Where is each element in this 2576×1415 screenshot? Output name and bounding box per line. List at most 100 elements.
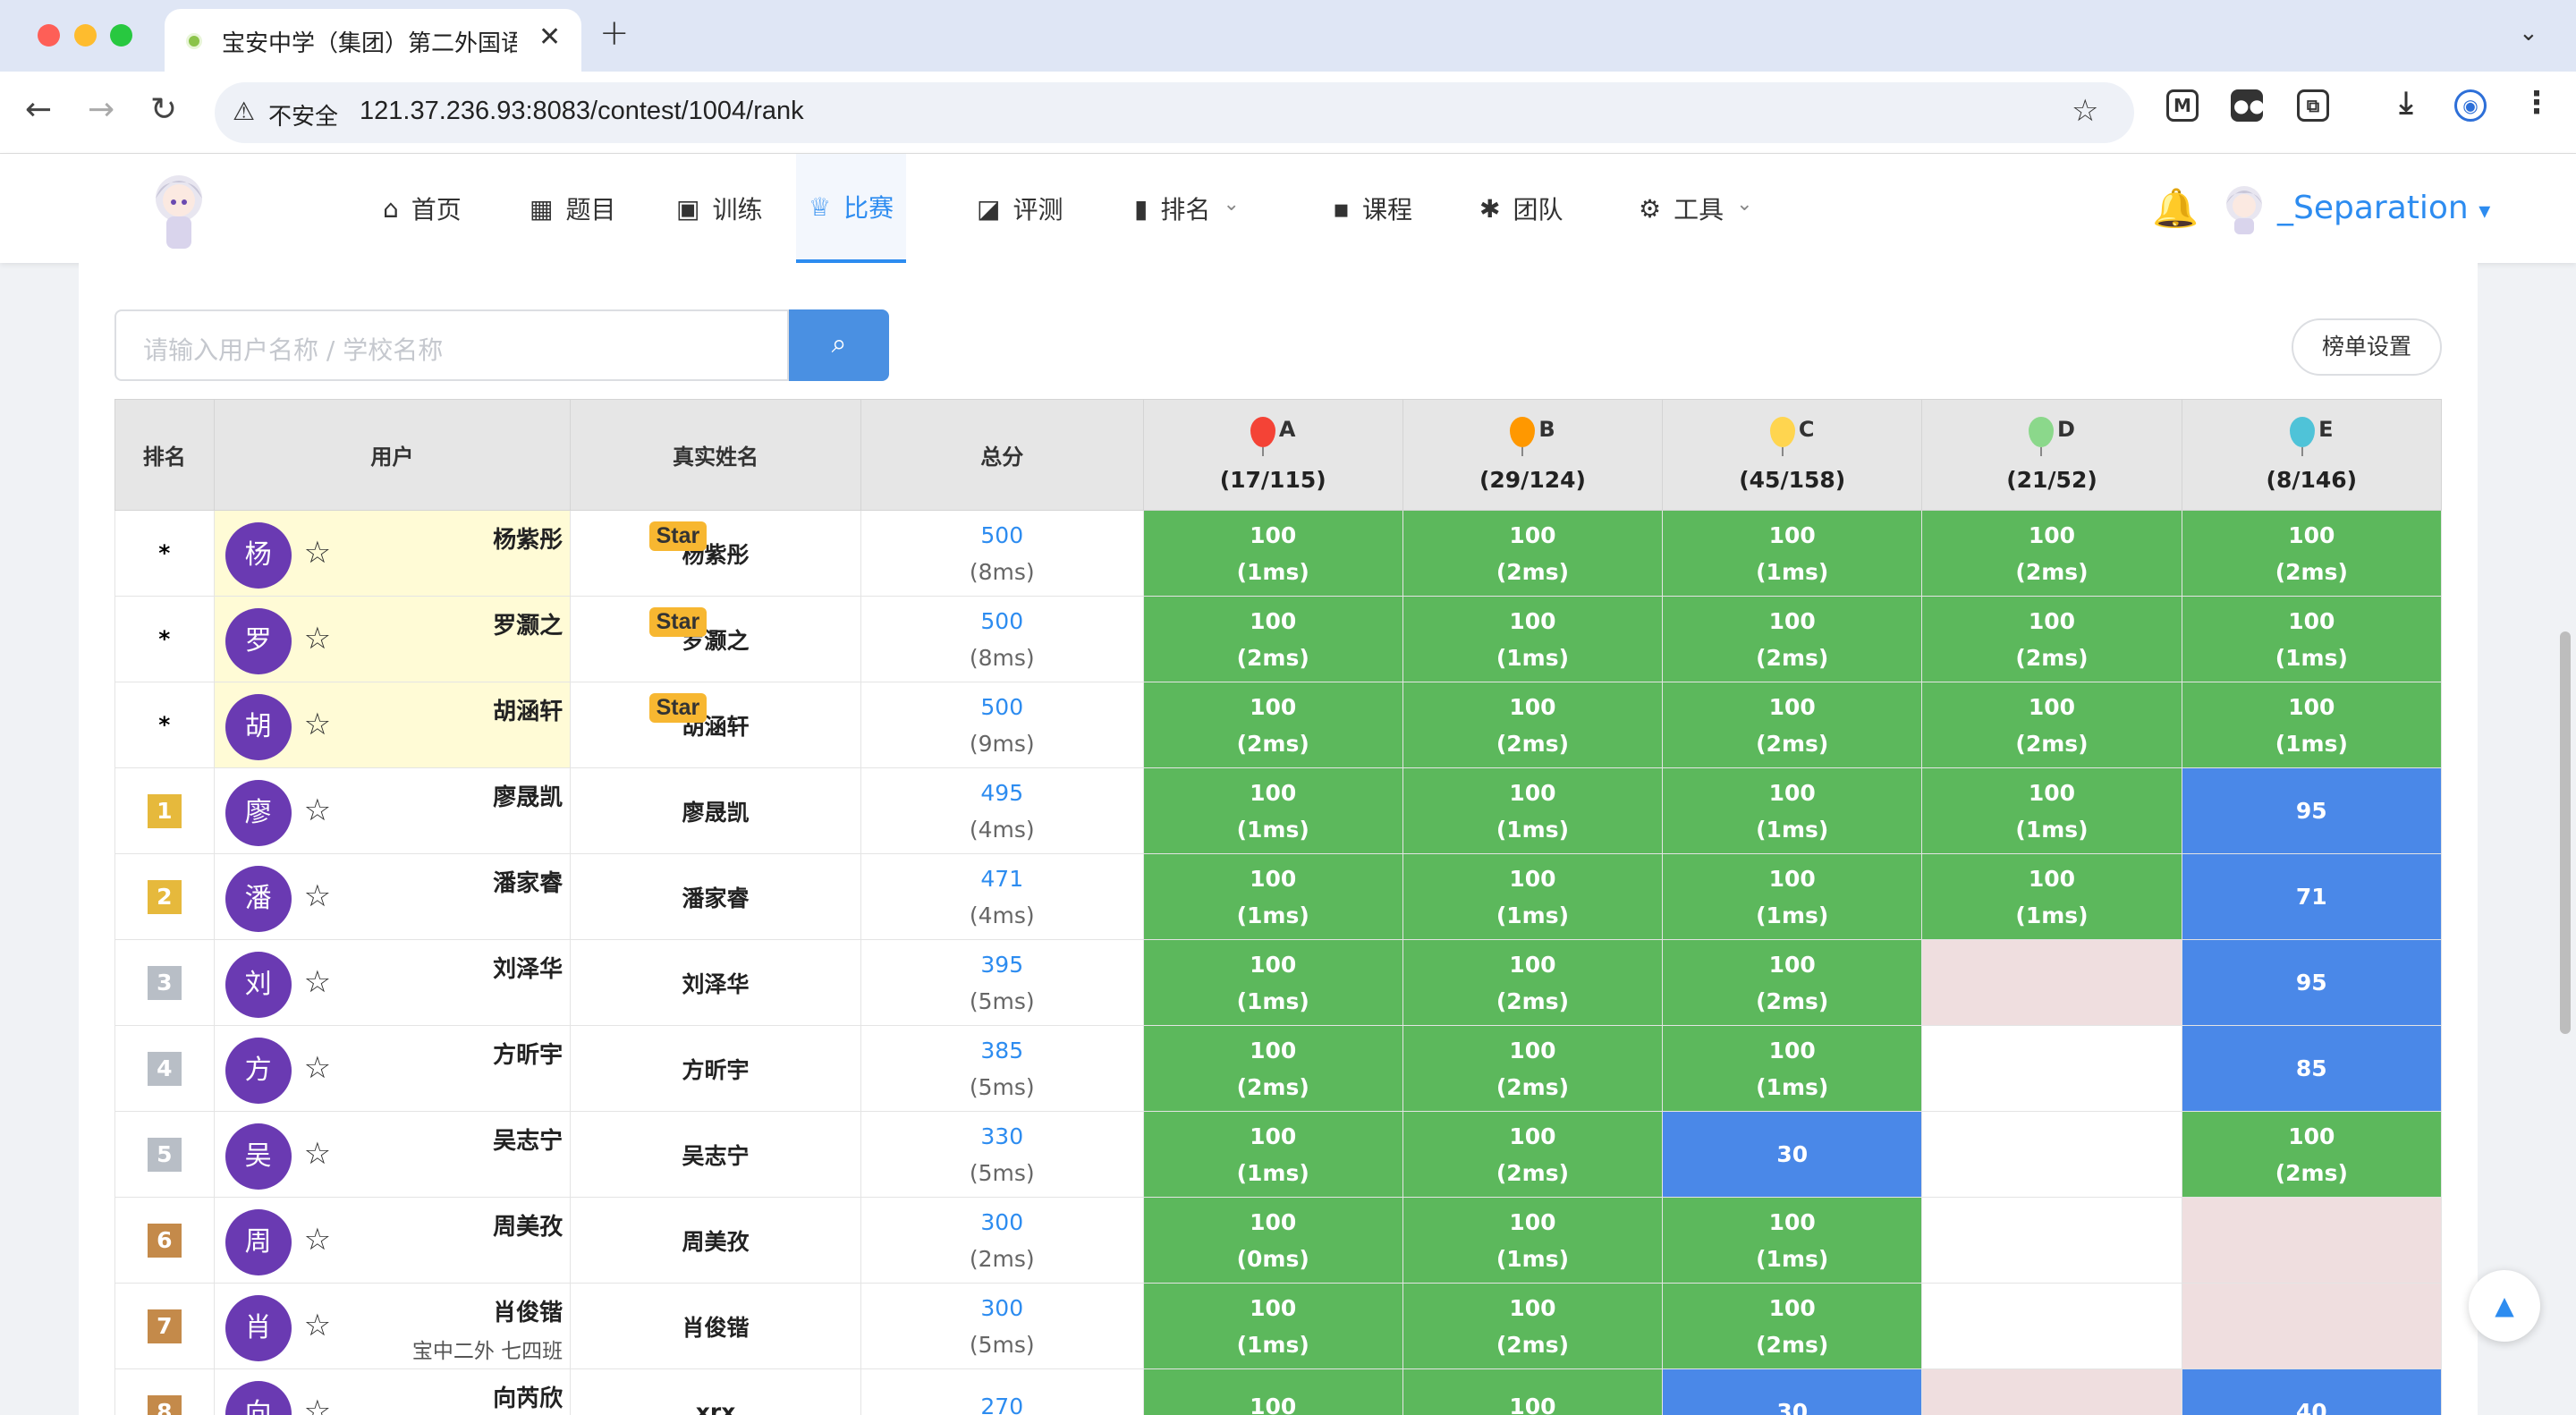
problem-cell-accepted[interactable]: 100 (2ms) [1142,1025,1403,1112]
problem-cell-accepted[interactable]: 100 (1ms) [1142,767,1403,854]
user-name-link[interactable]: 吴志宁 [493,1123,563,1156]
page-scrollbar[interactable] [2560,631,2571,1034]
avatar[interactable]: 潘 [225,866,292,932]
problem-cell-partial[interactable]: 95 [2181,939,2443,1026]
tab-close-icon[interactable]: ✕ [538,21,561,53]
user-name-link[interactable]: 刘泽华 [493,951,563,984]
nav-item-0[interactable]: ⌂ 首页 [370,154,474,263]
header-problem-c[interactable]: C (45/158) [1662,399,1923,511]
search-button[interactable]: ⌕ [789,309,889,381]
nav-item-1[interactable]: ▦ 题目 [517,154,628,263]
search-input[interactable]: 请输入用户名称 / 学校名称 [114,309,789,381]
problem-cell-accepted[interactable]: 100 (2ms) [2181,1111,2443,1198]
browser-tab[interactable]: 宝安中学（集团）第二外国语学 ✕ [165,9,581,72]
problem-cell-accepted[interactable]: 100 (2ms) [1921,596,2182,682]
follow-star-icon[interactable]: ☆ [304,1310,331,1341]
close-window-button[interactable] [38,24,60,47]
problem-cell-accepted[interactable]: 100 (2ms) [1921,682,2182,768]
problem-cell-partial[interactable]: 71 [2181,853,2443,940]
follow-star-icon[interactable]: ☆ [304,795,331,826]
problem-cell-accepted[interactable]: 100 (1ms) [1142,853,1403,940]
problem-cell-accepted[interactable]: 100 (1ms) [1402,853,1664,940]
problem-cell-partial[interactable]: 85 [2181,1025,2443,1112]
problem-cell-wrong[interactable] [2181,1283,2443,1369]
header-total[interactable]: 总分 [860,399,1144,511]
problem-cell-accepted[interactable]: 100 (2ms) [2181,510,2443,597]
problem-cell-accepted[interactable]: 100 (2ms) [1662,682,1923,768]
tab-menu-chevron-icon[interactable]: ⌄ [2519,20,2538,47]
maximize-window-button[interactable] [110,24,132,47]
profile-icon[interactable]: ◉ [2454,89,2487,122]
problem-cell-accepted[interactable]: 100 (1ms) [2181,682,2443,768]
nav-item-7[interactable]: ✱ 团队 [1467,154,1575,263]
problem-cell-accepted[interactable]: 100 (1ms) [1921,767,2182,854]
rank-settings-button[interactable]: 榜单设置 [2292,318,2442,376]
follow-star-icon[interactable]: ☆ [304,881,331,911]
problem-cell-wrong[interactable] [1921,1368,2182,1415]
user-name-link[interactable]: 廖晟凯 [493,779,563,812]
warning-icon[interactable]: ⚠ [233,97,255,126]
problem-cell-partial[interactable]: 30 [1662,1111,1923,1198]
user-name-link[interactable]: 周美孜 [493,1208,563,1241]
header-user[interactable]: 用户 [213,399,572,511]
problem-cell-accepted[interactable]: 100 (2ms) [1662,596,1923,682]
problem-cell-accepted[interactable]: 100 (2ms) [1402,1111,1664,1198]
header-rank[interactable]: 排名 [114,399,215,511]
follow-star-icon[interactable]: ☆ [304,1053,331,1083]
security-label[interactable]: 不安全 [268,98,338,131]
follow-star-icon[interactable]: ☆ [304,709,331,740]
site-logo[interactable] [143,163,215,256]
user-name-link[interactable]: 胡涵轩 [493,693,563,726]
problem-cell-wrong[interactable] [2181,1197,2443,1284]
avatar[interactable]: 吴 [225,1123,292,1190]
follow-star-icon[interactable]: ☆ [304,1139,331,1169]
nav-item-3[interactable]: ♕ 比赛 [796,154,907,263]
problem-cell-accepted[interactable]: 100 (0ms) [1142,1197,1403,1284]
back-arrow-icon[interactable]: ← [25,91,52,128]
avatar[interactable]: 周 [225,1209,292,1275]
problem-cell-accepted[interactable]: 100 (2ms) [1402,682,1664,768]
url-text[interactable]: 121.37.236.93:8083/contest/1004/rank [360,97,804,126]
more-menu-icon[interactable]: ⋮ [2521,88,2553,122]
glasses-extension-icon[interactable]: ●● [2231,89,2265,122]
problem-cell-wrong[interactable] [1921,939,2182,1026]
total-score-link[interactable]: 385 [861,1038,1143,1063]
header-problem-e[interactable]: E (8/146) [2181,399,2443,511]
problem-cell-accepted[interactable]: 100 (2ms) [1921,510,2182,597]
username-dropdown[interactable]: _Separation ▾ [2277,190,2490,226]
total-score-link[interactable]: 500 [861,522,1143,548]
user-name-link[interactable]: 杨紫彤 [493,521,563,555]
user-avatar[interactable] [2218,181,2270,236]
total-score-link[interactable]: 500 [861,694,1143,720]
avatar[interactable]: 肖 [225,1295,292,1361]
problem-cell-accepted[interactable]: 100 (1ms) [1662,767,1923,854]
header-problem-a[interactable]: A (17/115) [1142,399,1403,511]
user-name-link[interactable]: 潘家睿 [493,865,563,898]
nav-item-8[interactable]: ⚙ 工具 ⌄ [1626,154,1766,263]
user-name-link[interactable]: 向芮欣 [493,1380,563,1413]
nav-item-6[interactable]: ▪ 课程 [1320,154,1425,263]
nav-item-4[interactable]: ◪ 评测 [964,154,1075,263]
total-score-link[interactable]: 330 [861,1123,1143,1149]
problem-cell-accepted[interactable]: 100 (1ms) [1662,853,1923,940]
problem-cell-accepted[interactable]: 100 (1ms) [1662,1025,1923,1112]
problem-cell-partial[interactable]: 40 [2181,1368,2443,1415]
avatar[interactable]: 向 [225,1381,292,1415]
problem-cell-accepted[interactable]: 100 (1ms) [2181,596,2443,682]
user-name-link[interactable]: 罗灏之 [493,607,563,640]
problem-cell-accepted[interactable]: 100 (1ms) [1662,1197,1923,1284]
total-score-link[interactable]: 500 [861,608,1143,634]
problem-cell-accepted[interactable]: 100 (1ms) [1921,853,2182,940]
url-bar[interactable]: ⚠ 不安全 121.37.236.93:8083/contest/1004/ra… [215,82,2134,143]
header-realname[interactable]: 真实姓名 [570,399,861,511]
back-to-top-button[interactable]: ▲ [2469,1270,2540,1342]
nav-item-2[interactable]: ▣ 训练 [664,154,775,263]
header-problem-d[interactable]: D (21/52) [1921,399,2182,511]
total-score-link[interactable]: 270 [861,1394,1143,1415]
total-score-link[interactable]: 300 [861,1295,1143,1321]
avatar[interactable]: 方 [225,1038,292,1104]
problem-cell-accepted[interactable]: 100 (1ms) [1142,939,1403,1026]
problem-cell-accepted[interactable]: 100 (2ms) [1142,596,1403,682]
avatar[interactable]: 罗 [225,608,292,674]
total-score-link[interactable]: 300 [861,1209,1143,1235]
